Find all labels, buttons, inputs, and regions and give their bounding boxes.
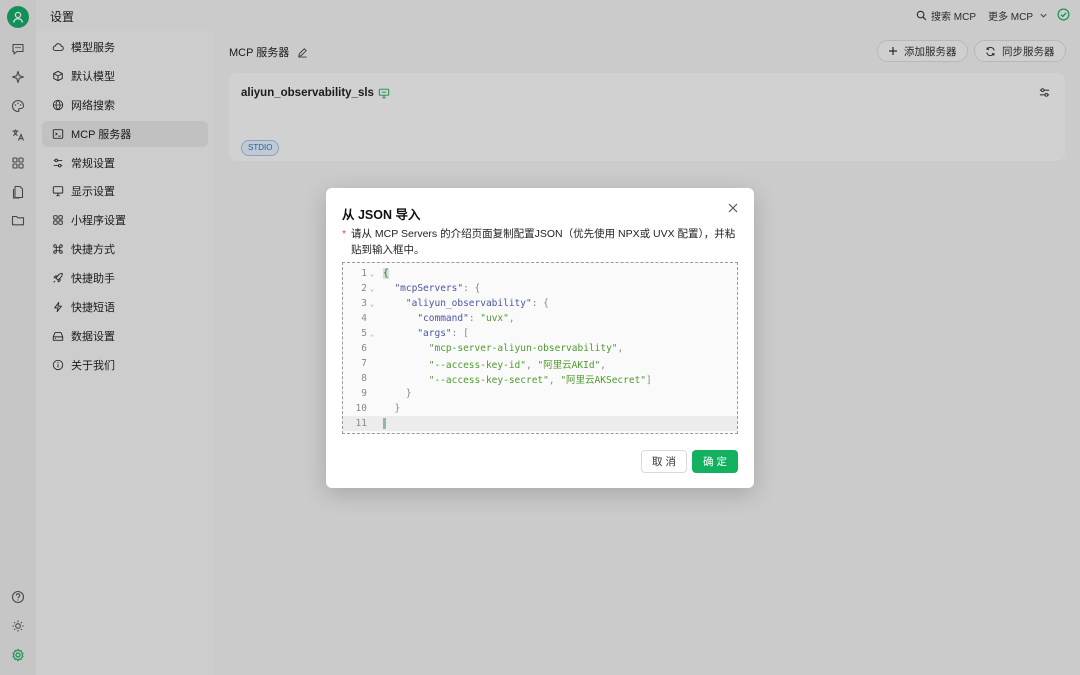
fold-chevron-icon[interactable]: ⌄ [367,330,377,338]
line-number: 2 [361,283,367,294]
line-number: 5 [361,328,367,339]
code-line: 6 "mcp-server-aliyun-observability", [343,341,737,356]
fold-chevron-icon[interactable]: ⌄ [367,300,377,308]
json-punct: , [508,313,515,324]
json-punct: , [600,359,607,371]
dialog-title: 从 JSON 导入 [342,208,421,222]
code-line: 3 ⌄ "aliyun_observability": { [343,296,737,311]
code-line: 7 "--access-key-id", "阿里云AKId", [343,356,737,371]
json-punct: : { [463,283,481,294]
confirm-button[interactable]: 确 定 [692,450,738,473]
dialog-description-text: 请从 MCP Servers 的介绍页面复制配置JSON（优先使用 NPX或 U… [351,228,736,256]
json-string: "--access-key-secret" [428,374,549,386]
json-punct: ] [646,374,652,386]
code-line: 8 "--access-key-secret", "阿里云AKSecret"] [343,371,737,386]
json-punct: } [405,388,412,399]
open-brace: { [383,268,389,279]
cancel-button[interactable]: 取 消 [641,450,687,473]
import-json-dialog: 从 JSON 导入 * 请从 MCP Servers 的介绍页面复制配置JSON… [326,188,754,488]
json-string: "uvx" [480,313,509,324]
json-punct: } [394,403,401,414]
line-number: 3 [361,298,367,309]
json-string: "阿里云AKId" [537,359,601,371]
line-number: 4 [361,313,367,324]
line-number: 9 [361,388,367,399]
code-line: 1 ⌄ { [343,266,737,281]
json-key: "command" [417,313,469,324]
line-number: 7 [361,358,367,369]
json-punct: , [548,374,561,386]
line-number: 8 [361,373,367,384]
json-key: "args" [417,328,452,339]
fold-chevron-icon[interactable]: ⌄ [367,285,377,293]
json-punct: , [617,343,624,354]
text-caret [383,418,386,429]
json-punct: : { [531,298,549,309]
required-mark: * [342,228,347,240]
code-line: 5 ⌄ "args": [ [343,326,737,341]
json-punct: , [526,359,538,371]
code-line-current: 11 [343,416,737,431]
json-punct: : [ [451,328,469,339]
line-number: 6 [361,343,367,354]
json-key: "mcpServers" [394,283,464,294]
json-string: "mcp-server-aliyun-observability" [428,343,618,354]
fold-chevron-icon[interactable]: ⌄ [367,270,377,278]
line-number: 10 [355,403,367,414]
code-line: 10 } [343,401,737,416]
json-string: "阿里云AKSecret" [560,374,647,386]
json-punct: : [468,313,481,324]
dialog-description: * 请从 MCP Servers 的介绍页面复制配置JSON（优先使用 NPX或… [342,226,738,258]
code-line: 9 } [343,386,737,401]
json-key: "aliyun_observability" [405,298,532,309]
line-number: 11 [355,418,367,429]
line-number: 1 [361,268,367,279]
json-string: "--access-key-id" [428,359,526,371]
close-icon[interactable] [726,201,740,215]
code-line: 2 ⌄ "mcpServers": { [343,281,737,296]
code-line: 4 "command": "uvx", [343,311,737,326]
json-editor[interactable]: 1 ⌄ { 2 ⌄ "mcpServers": { 3 ⌄ "aliyun_ob… [342,262,738,434]
